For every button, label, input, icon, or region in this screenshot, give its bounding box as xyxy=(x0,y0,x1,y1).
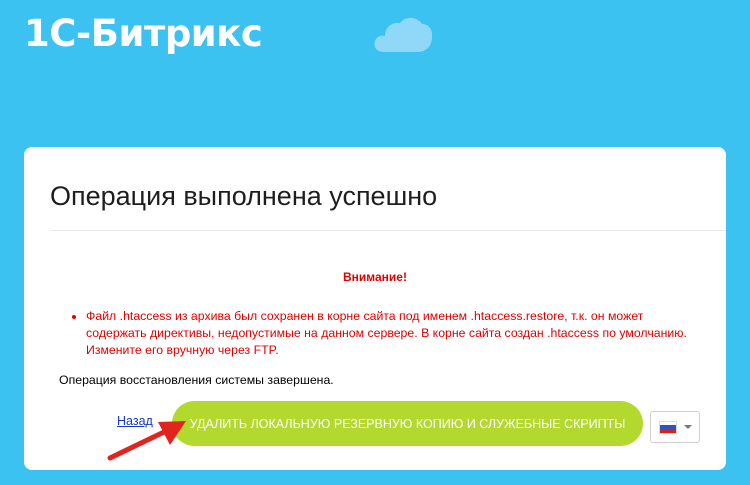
delete-backup-button[interactable]: УДАЛИТЬ ЛОКАЛЬНУЮ РЕЗЕРВНУЮ КОПИЮ И СЛУЖ… xyxy=(172,401,643,446)
warning-title: Внимание! xyxy=(343,270,407,284)
divider xyxy=(50,230,726,231)
ru-flag-icon xyxy=(658,420,677,434)
status-text: Операция восстановления системы завершен… xyxy=(59,373,334,387)
chevron-down-icon xyxy=(683,425,692,429)
warning-list: Файл .htaccess из архива был сохранен в … xyxy=(86,308,706,359)
warning-item: Файл .htaccess из архива был сохранен в … xyxy=(86,308,706,359)
page-title: Операция выполнена успешно xyxy=(50,181,438,211)
cloud-icon xyxy=(374,17,433,53)
arrow-icon xyxy=(107,421,186,461)
logo: 1С-Битрикс xyxy=(24,12,263,55)
language-select[interactable] xyxy=(650,411,700,443)
